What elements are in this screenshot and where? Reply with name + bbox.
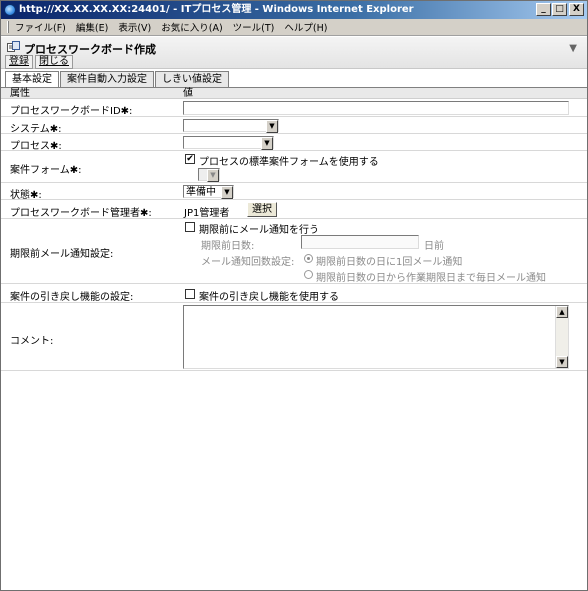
system-select[interactable]: ▼ [183,119,279,133]
days-before-label: 期限前日数: [201,241,255,252]
menu-favorites[interactable]: お気に入り(A) [161,20,222,34]
comment-textarea[interactable]: ▲ ▼ [183,305,569,369]
register-button[interactable]: 登録 [5,55,33,69]
notify-once-radio[interactable] [304,254,313,263]
chevron-down-icon[interactable]: ▼ [266,120,278,133]
scroll-down-icon[interactable]: ▼ [556,356,568,368]
chevron-down-icon: ▼ [207,169,219,182]
notify-daily-radio[interactable] [304,270,313,279]
collapse-icon[interactable]: ▼ [569,43,577,54]
manager-value: JP1管理者 [184,208,230,219]
pullback-checkbox[interactable] [185,289,195,299]
tab-auto-input-settings[interactable]: 案件自動入力設定 [60,71,154,87]
standard-form-checkbox[interactable]: ✔ [185,154,195,164]
pullback-label: 案件の引き戻し機能の設定: [10,292,134,303]
tab-threshold-settings[interactable]: しきい値設定 [155,71,229,87]
header-value: 値 [183,88,193,99]
mail-notify-checkbox[interactable] [185,222,195,232]
standard-form-checkbox-label: プロセスの標準案件フォームを使用する [199,157,379,168]
browser-window: http://XX.XX.XX.XX:24401/ - ITプロセス管理 - W… [0,0,588,591]
maximize-button[interactable]: □ [552,3,567,16]
mail-notify-checkbox-label: 期限前にメール通知を行う [199,225,319,236]
row-mail-notification: 期限前メール通知設定: 期限前にメール通知を行う 期限前日数: 日前 メール通知… [1,219,587,284]
select-manager-button[interactable]: 選択 [247,202,277,217]
toolbar-grip [7,21,9,33]
row-status: 状態✱: 準備中 ▼ [1,183,587,201]
row-process: プロセス✱: ▼ [1,134,587,152]
row-case-form: 案件フォーム✱: ✔ プロセスの標準案件フォームを使用する ▼ [1,151,587,183]
ie-icon [4,4,16,16]
manager-label: プロセスワークボード管理者✱: [10,208,152,219]
menu-help[interactable]: ヘルプ(H) [284,20,327,34]
chevron-down-icon[interactable]: ▼ [261,137,273,150]
header-attribute: 属性 [10,88,30,99]
comment-label: コメント: [10,336,54,347]
row-manager: プロセスワークボード管理者✱: JP1管理者 選択 [1,200,587,219]
tab-bar: 基本設定 案件自動入力設定 しきい値設定 [5,71,230,87]
days-before-unit: 日前 [424,241,444,252]
tab-basic-settings[interactable]: 基本設定 [5,71,59,87]
days-before-input[interactable] [301,235,419,249]
notify-once-radio-label: 期限前日数の日に1回メール通知 [316,257,463,268]
mail-notification-label: 期限前メール通知設定: [10,249,114,260]
board-id-label: プロセスワークボードID✱: [10,106,133,117]
menu-tools[interactable]: ツール(T) [233,20,275,34]
title-bar: http://XX.XX.XX.XX:24401/ - ITプロセス管理 - W… [1,1,587,19]
case-form-label: 案件フォーム✱: [10,165,82,176]
process-select[interactable]: ▼ [183,136,274,150]
page-actions: 登録 閉じる [5,55,75,69]
row-system: システム✱: ▼ [1,117,587,135]
row-pullback: 案件の引き戻し機能の設定: 案件の引き戻し機能を使用する [1,284,587,303]
status-select[interactable]: 準備中 ▼ [183,185,234,199]
row-board-id: プロセスワークボードID✱: [1,99,587,117]
system-label: システム✱: [10,124,62,135]
menu-file[interactable]: ファイル(F) [15,20,66,34]
case-form-select[interactable]: ▼ [198,168,220,182]
row-comment: コメント: ▲ ▼ [1,303,587,371]
menu-edit[interactable]: 編集(E) [76,20,108,34]
close-window-button[interactable]: X [569,3,584,16]
board-id-input[interactable] [183,101,569,115]
pullback-checkbox-label: 案件の引き戻し機能を使用する [199,292,339,303]
chevron-down-icon[interactable]: ▼ [221,186,233,199]
notify-frequency-label: メール通知回数設定: [201,257,295,268]
window-title: http://XX.XX.XX.XX:24401/ - ITプロセス管理 - W… [19,4,414,15]
status-label: 状態✱: [10,190,42,201]
menu-view[interactable]: 表示(V) [118,20,151,34]
menu-bar: ファイル(F) 編集(E) 表示(V) お気に入り(A) ツール(T) ヘルプ(… [1,19,587,36]
close-button[interactable]: 閉じる [35,55,73,69]
workboard-icon [7,41,20,52]
notify-daily-radio-label: 期限前日数の日から作業期限日まで毎日メール通知 [316,273,546,284]
minimize-button[interactable]: _ [536,3,551,16]
table-header: 属性 値 [1,88,587,99]
process-label: プロセス✱: [10,141,62,152]
comment-scrollbar[interactable]: ▲ ▼ [555,306,568,368]
page-header: プロセスワークボード作成 ▼ 登録 閉じる [1,37,587,69]
scroll-up-icon[interactable]: ▲ [556,306,568,318]
